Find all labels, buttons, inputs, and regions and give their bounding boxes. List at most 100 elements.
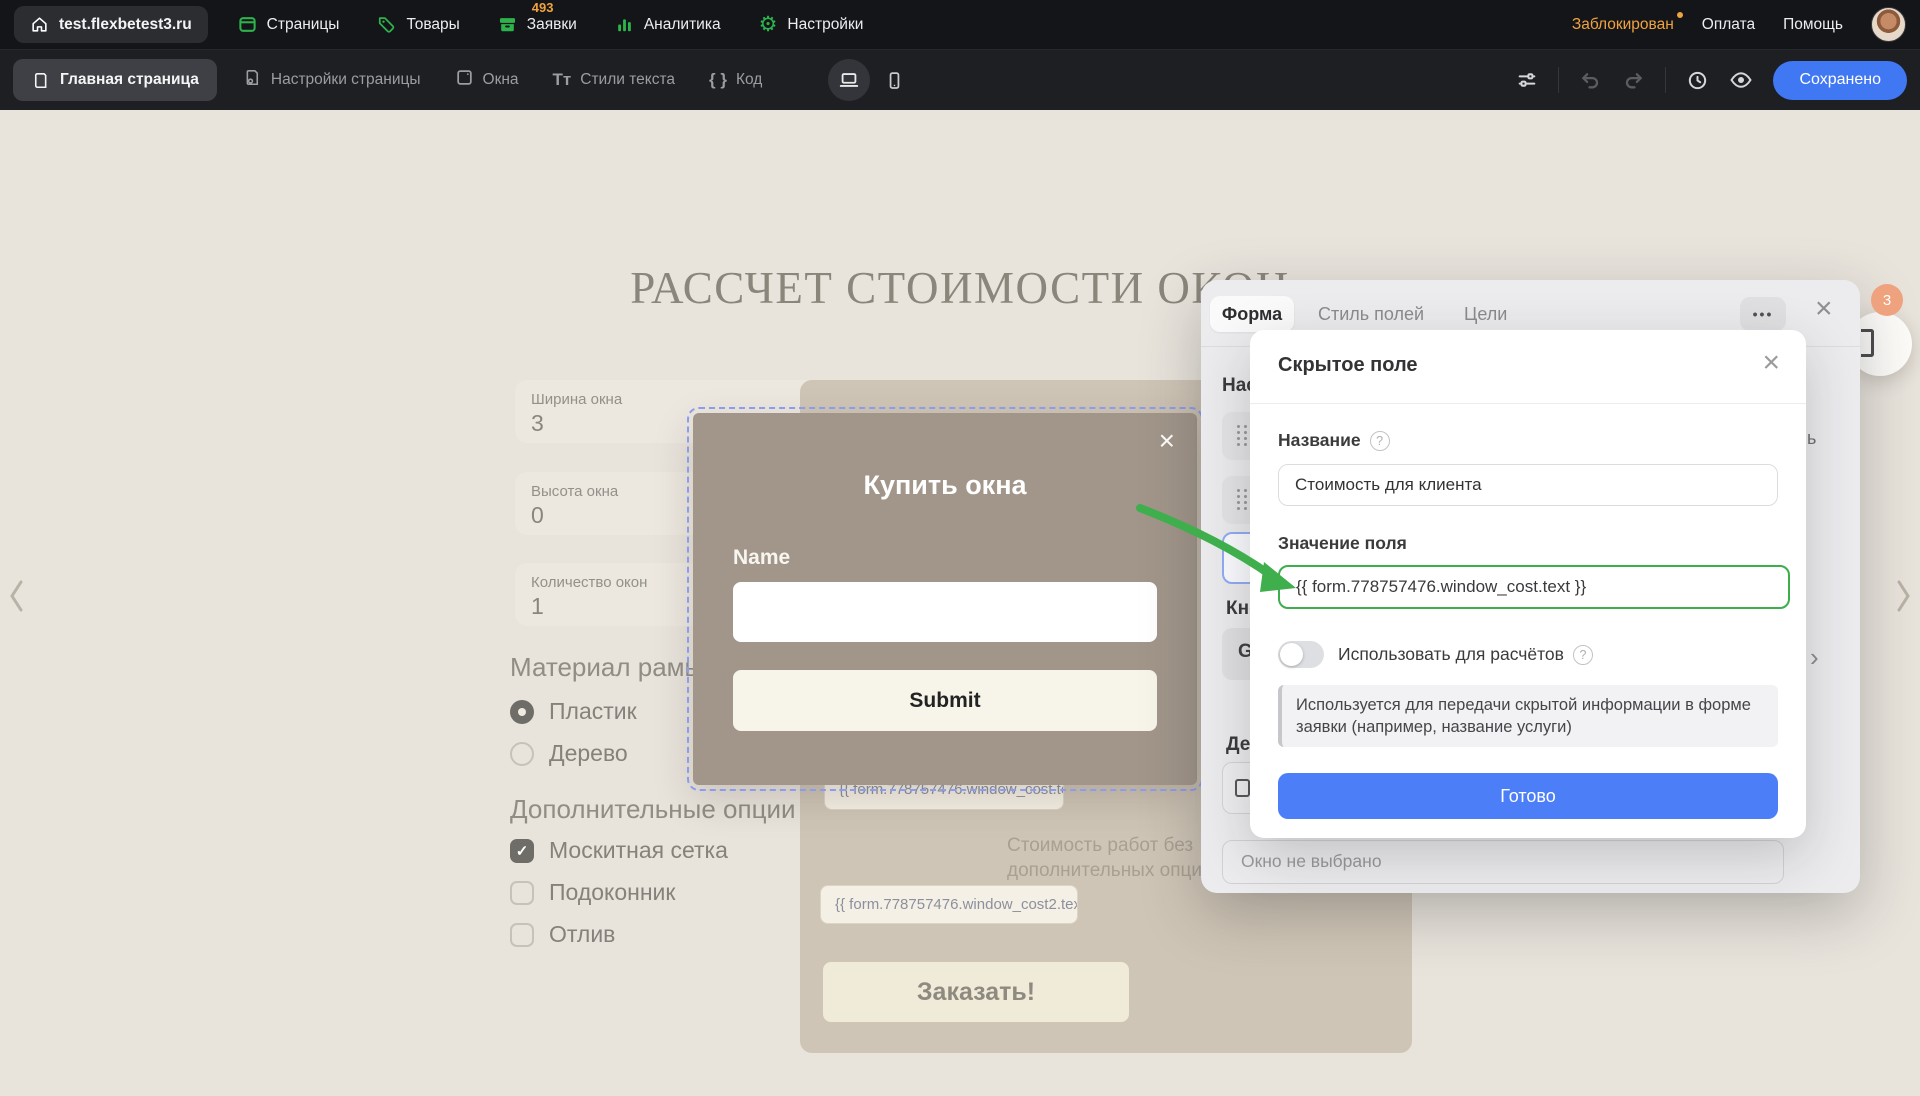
tab-form[interactable]: Форма <box>1210 296 1294 332</box>
top-nav: Страницы Товары 493 Заявки Аналитика ⚙ Н… <box>238 12 864 37</box>
toolbar-nav: Настройки страницы Окна Tт Стили текста … <box>243 68 762 92</box>
nav-analytics[interactable]: Аналитика <box>615 15 721 34</box>
site-switcher[interactable]: test.flexbetest3.ru <box>14 6 208 43</box>
drag-handle-icon[interactable] <box>1237 489 1247 511</box>
checkbox-mosquito-net[interactable]: ✓ Москитная сетка <box>510 837 728 864</box>
buy-windows-popup[interactable]: × Купить окна Name Submit <box>693 413 1197 785</box>
value-label: Значение поля <box>1278 533 1407 554</box>
nav-pages-label: Страницы <box>267 16 340 34</box>
frame-material-label: Материал рамы <box>510 652 703 683</box>
windows-button[interactable]: Окна <box>455 68 519 92</box>
preview-eye-icon[interactable] <box>1729 68 1753 92</box>
desktop-view-button[interactable] <box>828 59 870 101</box>
widget-bracket-icon <box>1861 329 1874 357</box>
page-settings-icon <box>243 68 262 92</box>
more-options-button[interactable]: ••• <box>1740 297 1786 331</box>
pages-icon <box>238 15 257 34</box>
popup-submit-button[interactable]: Submit <box>733 670 1157 731</box>
nav-settings[interactable]: ⚙ Настройки <box>759 12 864 37</box>
order-button[interactable]: Заказать! <box>823 962 1129 1022</box>
nav-settings-label: Настройки <box>787 16 863 34</box>
radio-plastic[interactable]: Пластик <box>510 698 637 725</box>
checkbox-checked-icon[interactable]: ✓ <box>510 839 534 863</box>
checkbox-drip-sill[interactable]: Отлив <box>510 921 615 948</box>
nav-leads[interactable]: 493 Заявки <box>498 15 577 34</box>
window-select-placeholder: Окно не выбрано <box>1241 851 1382 871</box>
radio-wood-label: Дерево <box>549 740 628 767</box>
radio-selected-icon[interactable] <box>510 700 534 724</box>
use-for-calculations-toggle[interactable] <box>1278 641 1324 668</box>
home-icon <box>30 15 49 34</box>
window-icon <box>455 68 474 92</box>
blocked-label: Заблокирован <box>1572 16 1674 33</box>
redo-icon[interactable] <box>1622 69 1645 92</box>
editor-toolbar: Главная страница Настройки страницы Окна… <box>0 49 1920 110</box>
radio-wood[interactable]: Дерево <box>510 740 628 767</box>
inbox-icon <box>498 15 517 34</box>
help-icon[interactable]: ? <box>1370 431 1390 451</box>
page-icon <box>31 71 50 90</box>
popup-close-icon[interactable]: × <box>1159 427 1175 455</box>
help-icon[interactable]: ? <box>1573 645 1593 665</box>
divider <box>1665 67 1666 93</box>
checkbox-unchecked-icon[interactable] <box>510 923 534 947</box>
hidden-field-dialog: Скрытое поле × Название ? Значение поля … <box>1250 330 1806 838</box>
dialog-close-icon[interactable]: × <box>1762 346 1780 380</box>
checkbox-windowsill-label: Подоконник <box>549 879 675 906</box>
chevron-right-icon[interactable] <box>1892 576 1914 621</box>
divider <box>1558 67 1559 93</box>
nav-pages[interactable]: Страницы <box>238 15 340 34</box>
name-label-row: Название ? <box>1278 430 1390 451</box>
tab-field-style[interactable]: Стиль полей <box>1318 304 1424 325</box>
mobile-view-button[interactable] <box>884 70 905 91</box>
leads-count-badge: 493 <box>532 0 554 15</box>
field-value-input[interactable] <box>1278 565 1790 609</box>
extra-options-label: Дополнительные опции <box>510 794 796 825</box>
gear-icon: ⚙ <box>759 12 778 37</box>
history-icon[interactable] <box>1686 69 1709 92</box>
panel-close-icon[interactable]: × <box>1815 292 1833 326</box>
nav-products[interactable]: Товары <box>377 15 459 34</box>
text-styles-button[interactable]: Tт Стили текста <box>553 70 675 90</box>
save-button[interactable]: Сохранено <box>1773 61 1907 100</box>
done-button[interactable]: Готово <box>1278 773 1778 819</box>
page-settings-button[interactable]: Настройки страницы <box>243 68 421 92</box>
divider <box>1250 403 1806 404</box>
code-label: Код <box>736 71 762 89</box>
tab-goals[interactable]: Цели <box>1464 304 1507 325</box>
current-page-button[interactable]: Главная страница <box>13 59 217 101</box>
site-name: test.flexbetest3.ru <box>59 16 192 34</box>
window-cost2-chip-text: {{ form.778757476.window_cost2.text }} <box>835 896 1078 913</box>
window-cost2-chip: {{ form.778757476.window_cost2.text }} <box>820 885 1078 924</box>
layout-settings-icon[interactable] <box>1516 69 1538 91</box>
toggle-label: Использовать для расчётов <box>1338 644 1564 665</box>
blocked-status[interactable]: Заблокирован <box>1572 16 1674 34</box>
dialog-title: Скрытое поле <box>1278 354 1418 377</box>
undo-icon[interactable] <box>1579 69 1602 92</box>
windows-label: Окна <box>483 71 519 89</box>
nav-products-label: Товары <box>406 16 459 34</box>
popup-name-input[interactable] <box>733 582 1157 642</box>
toolbar-right: Сохранено <box>1516 61 1907 100</box>
avatar[interactable] <box>1871 7 1906 42</box>
text-styles-icon: Tт <box>553 70 572 90</box>
tab-form-label: Форма <box>1222 304 1282 325</box>
popup-title: Купить окна <box>693 470 1197 501</box>
drag-handle-icon[interactable] <box>1237 425 1247 447</box>
nav-leads-label: Заявки <box>527 16 577 34</box>
tag-icon <box>377 15 396 34</box>
radio-unselected-icon[interactable] <box>510 742 534 766</box>
checkbox-unchecked-icon[interactable] <box>510 881 534 905</box>
current-page-label: Главная страница <box>60 71 199 89</box>
name-input[interactable] <box>1278 464 1778 506</box>
checkbox-windowsill[interactable]: Подоконник <box>510 879 675 906</box>
code-button[interactable]: { } Код <box>709 70 762 90</box>
nav-analytics-label: Аналитика <box>644 16 721 34</box>
notification-badge: 3 <box>1871 284 1903 316</box>
value-label-row: Значение поля <box>1278 533 1407 554</box>
help-link[interactable]: Помощь <box>1783 16 1843 34</box>
window-select-input[interactable]: Окно не выбрано <box>1222 840 1784 884</box>
action-icon <box>1235 779 1250 797</box>
chevron-left-icon[interactable] <box>6 576 28 621</box>
payment-link[interactable]: Оплата <box>1702 16 1755 34</box>
